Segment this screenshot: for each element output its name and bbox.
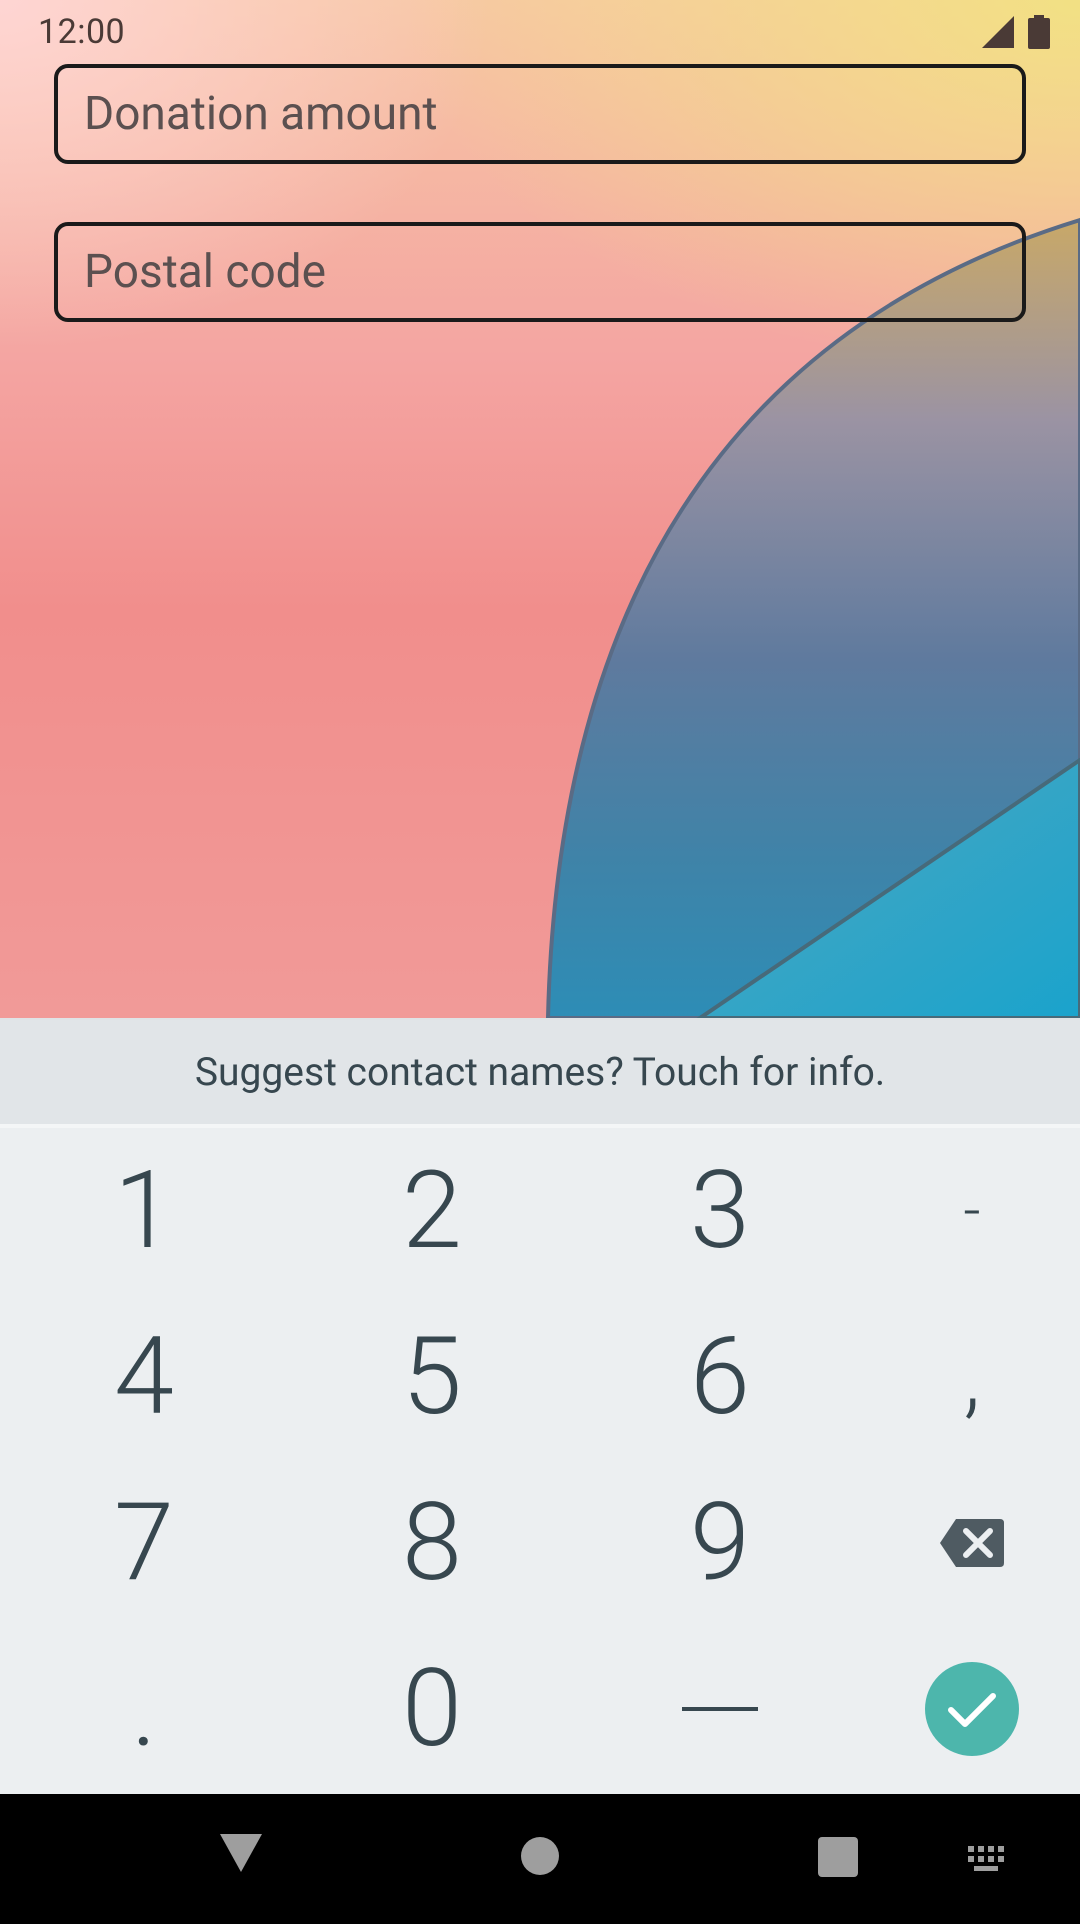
backspace-icon	[940, 1519, 1004, 1567]
signal-icon	[982, 16, 1014, 48]
status-time: 12:00	[38, 12, 126, 52]
postal-code-field[interactable]	[54, 222, 1026, 322]
key-6[interactable]: 6	[576, 1294, 864, 1460]
key-done[interactable]	[864, 1626, 1080, 1792]
nav-buttons	[220, 1834, 1004, 1877]
recents-icon[interactable]	[818, 1837, 858, 1877]
donation-amount-field[interactable]	[54, 64, 1026, 164]
key-8[interactable]: 8	[288, 1460, 576, 1626]
key-comma[interactable]: ,	[864, 1294, 1080, 1460]
home-icon[interactable]	[521, 1837, 559, 1875]
key-backspace[interactable]	[864, 1460, 1080, 1626]
navigation-bar	[0, 1794, 1080, 1920]
key-grid: 1 2 3 - 4 5 6 , 7 8 9 . 0	[0, 1128, 1080, 1792]
key-dash[interactable]: -	[864, 1128, 1080, 1294]
numeric-keyboard: Suggest contact names? Touch for info. 1…	[0, 1018, 1080, 1794]
suggestion-strip[interactable]: Suggest contact names? Touch for info.	[0, 1018, 1080, 1128]
status-icons	[982, 15, 1050, 49]
key-period[interactable]: .	[0, 1626, 288, 1792]
postal-code-input[interactable]	[82, 244, 1022, 300]
key-2[interactable]: 2	[288, 1128, 576, 1294]
keyboard-switch-icon[interactable]	[968, 1846, 1004, 1871]
key-1[interactable]: 1	[0, 1128, 288, 1294]
key-0[interactable]: 0	[288, 1626, 576, 1792]
key-space[interactable]	[576, 1626, 864, 1792]
checkmark-icon	[925, 1662, 1019, 1756]
key-7[interactable]: 7	[0, 1460, 288, 1626]
status-bar: 12:00	[0, 0, 1080, 64]
back-icon[interactable]	[220, 1834, 262, 1872]
space-icon	[682, 1707, 758, 1711]
donation-amount-input[interactable]	[82, 86, 1022, 142]
key-9[interactable]: 9	[576, 1460, 864, 1626]
battery-icon	[1028, 15, 1050, 49]
key-5[interactable]: 5	[288, 1294, 576, 1460]
key-3[interactable]: 3	[576, 1128, 864, 1294]
key-4[interactable]: 4	[0, 1294, 288, 1460]
